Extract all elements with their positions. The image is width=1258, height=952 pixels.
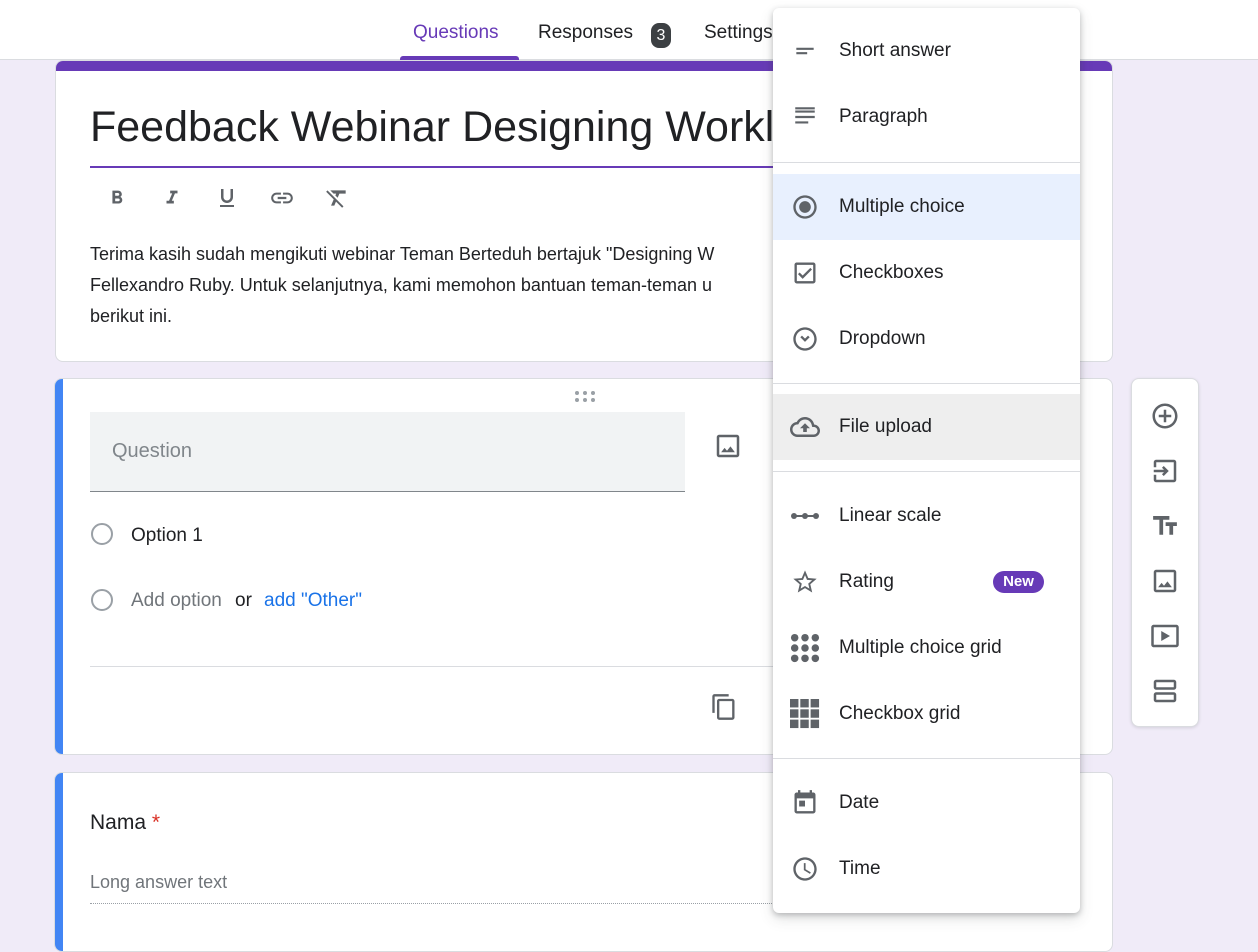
form-description[interactable]: Terima kasih sudah mengikuti webinar Tem… bbox=[90, 239, 790, 332]
menu-item-time[interactable]: Time bbox=[773, 836, 1080, 902]
menu-item-file-upload[interactable]: File upload bbox=[773, 394, 1080, 460]
duplicate-icon[interactable] bbox=[710, 692, 738, 727]
answer-dotted-line bbox=[90, 903, 830, 904]
tab-responses[interactable]: Responses bbox=[538, 22, 633, 44]
menu-item-label: Dropdown bbox=[839, 328, 926, 349]
menu-item-label: Short answer bbox=[839, 40, 951, 61]
menu-item-label: Checkboxes bbox=[839, 262, 944, 283]
menu-item-multiple-choice-grid[interactable]: Multiple choice grid bbox=[773, 615, 1080, 681]
add-option-button[interactable]: Add option bbox=[131, 590, 222, 612]
dot-grid-icon bbox=[790, 633, 820, 663]
menu-separator bbox=[773, 758, 1080, 759]
clock-icon bbox=[790, 854, 820, 884]
menu-item-label: Time bbox=[839, 858, 881, 879]
question-type-menu: Short answer Paragraph Multiple choice C… bbox=[773, 8, 1080, 913]
menu-item-short-answer[interactable]: Short answer bbox=[773, 18, 1080, 84]
title-underline bbox=[90, 166, 810, 168]
add-section-icon[interactable] bbox=[1150, 676, 1180, 706]
checkbox-grid-icon bbox=[790, 699, 820, 729]
active-card-accent bbox=[55, 379, 63, 754]
card-divider bbox=[90, 666, 830, 667]
add-other-button[interactable]: add "Other" bbox=[264, 590, 362, 612]
clear-format-icon[interactable] bbox=[322, 183, 352, 213]
short-answer-icon bbox=[790, 36, 820, 66]
menu-item-label: Paragraph bbox=[839, 106, 928, 127]
question-title: Nama * bbox=[90, 811, 160, 835]
add-option-radio bbox=[91, 589, 113, 611]
responses-count-badge: 3 bbox=[651, 23, 671, 48]
floating-toolbar bbox=[1131, 378, 1199, 727]
menu-item-checkbox-grid[interactable]: Checkbox grid bbox=[773, 681, 1080, 747]
menu-item-date[interactable]: Date bbox=[773, 770, 1080, 836]
import-questions-icon[interactable] bbox=[1150, 456, 1180, 486]
drag-handle-icon[interactable] bbox=[574, 390, 598, 409]
menu-item-label: Checkbox grid bbox=[839, 703, 961, 724]
or-label: or bbox=[235, 590, 252, 611]
underline-icon[interactable] bbox=[212, 183, 242, 213]
paragraph-icon bbox=[790, 102, 820, 132]
menu-item-multiple-choice[interactable]: Multiple choice bbox=[773, 174, 1080, 240]
calendar-icon bbox=[790, 788, 820, 818]
add-image-icon[interactable] bbox=[1150, 566, 1180, 596]
dropdown-icon bbox=[790, 324, 820, 354]
linear-scale-icon bbox=[790, 501, 820, 531]
menu-item-label: File upload bbox=[839, 416, 932, 437]
bold-icon[interactable] bbox=[102, 183, 132, 213]
menu-item-label: Rating bbox=[839, 571, 894, 592]
italic-icon[interactable] bbox=[157, 183, 187, 213]
link-icon[interactable] bbox=[267, 183, 297, 213]
add-image-icon[interactable] bbox=[713, 431, 743, 466]
menu-item-label: Multiple choice grid bbox=[839, 637, 1002, 658]
menu-item-checkboxes[interactable]: Checkboxes bbox=[773, 240, 1080, 306]
add-title-icon[interactable] bbox=[1150, 511, 1180, 541]
star-icon bbox=[790, 567, 820, 597]
menu-item-linear-scale[interactable]: Linear scale bbox=[773, 483, 1080, 549]
card-accent bbox=[55, 773, 63, 951]
option-1-label[interactable]: Option 1 bbox=[131, 525, 203, 547]
menu-item-label: Linear scale bbox=[839, 505, 942, 526]
new-badge: New bbox=[993, 571, 1044, 593]
menu-item-label: Multiple choice bbox=[839, 196, 965, 217]
required-mark: * bbox=[151, 811, 161, 834]
add-video-icon[interactable] bbox=[1150, 621, 1180, 651]
option-1-radio[interactable] bbox=[91, 523, 113, 545]
menu-item-paragraph[interactable]: Paragraph bbox=[773, 84, 1080, 150]
form-title[interactable]: Feedback Webinar Designing Workl bbox=[90, 103, 774, 152]
tab-settings[interactable]: Settings bbox=[704, 22, 773, 44]
question-label: Nama bbox=[90, 811, 147, 834]
menu-item-dropdown[interactable]: Dropdown bbox=[773, 306, 1080, 372]
menu-separator bbox=[773, 471, 1080, 472]
long-answer-placeholder: Long answer text bbox=[90, 872, 228, 892]
tab-questions[interactable]: Questions bbox=[413, 22, 499, 44]
menu-item-label: Date bbox=[839, 792, 880, 813]
add-question-icon[interactable] bbox=[1150, 401, 1180, 431]
menu-separator bbox=[773, 162, 1080, 163]
checkbox-icon bbox=[790, 258, 820, 288]
cloud-upload-icon bbox=[790, 412, 820, 442]
radio-icon bbox=[790, 192, 820, 222]
question-input[interactable] bbox=[90, 412, 685, 492]
menu-item-rating[interactable]: Rating New bbox=[773, 549, 1080, 615]
menu-separator bbox=[773, 383, 1080, 384]
